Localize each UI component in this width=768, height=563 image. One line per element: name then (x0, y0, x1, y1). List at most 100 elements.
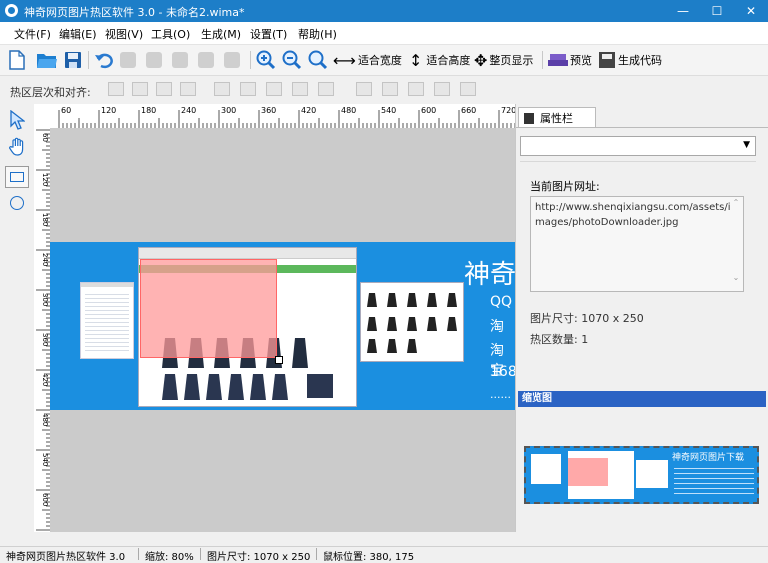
product-thumbnails-row2 (162, 374, 333, 400)
ruler-label: 300 (221, 106, 236, 115)
banner-line-2: 淘 (490, 319, 504, 335)
design-canvas[interactable]: 神奇 QQ 淘 淘宝 168 ...... (50, 128, 515, 532)
ruler-label: 180 (141, 106, 156, 115)
chevron-down-icon: ▼ (743, 140, 750, 150)
textarea-scrollbar[interactable]: ⌃ ⌄ (730, 198, 742, 288)
ruler-horizontal: 60 120 180 240 300 360 420 480 540 600 660 720 (34, 104, 515, 129)
same-size-icon[interactable] (434, 82, 450, 96)
thumbnail-text-lines (674, 464, 754, 496)
redo-button[interactable] (120, 49, 136, 71)
rectangle-icon (10, 172, 24, 182)
ruler-label: 180 (41, 213, 49, 226)
maximize-button[interactable]: ☐ (700, 0, 734, 22)
send-backward-icon[interactable] (180, 82, 196, 96)
menu-help[interactable]: 帮助(H) (298, 26, 337, 42)
bring-forward-icon[interactable] (156, 82, 172, 96)
toolbar-separator (250, 51, 251, 69)
ruler-label: 720 (501, 106, 515, 115)
align-center-icon[interactable] (240, 82, 256, 96)
fit-height-button[interactable]: ↕ 适合高度 (409, 49, 470, 71)
status-separator (316, 548, 317, 560)
zoom-in-button[interactable] (256, 49, 276, 71)
thumbnail-shot-left (531, 454, 561, 484)
ruler-label: 420 (301, 106, 316, 115)
menu-settings[interactable]: 设置(T) (250, 26, 287, 42)
preview-button[interactable]: 预览 (548, 49, 592, 71)
arrows-horizontal-icon: ⟷ (333, 50, 356, 70)
new-button[interactable] (8, 49, 26, 71)
fit-width-label: 适合宽度 (357, 54, 402, 67)
delete-icon (224, 52, 240, 68)
hand-tool[interactable] (8, 137, 28, 160)
tab-underline (516, 127, 768, 128)
image-url-label: 当前图片网址: (530, 180, 600, 193)
redo-icon (120, 52, 136, 68)
thumbnail-shot-right (636, 460, 668, 488)
divider (520, 161, 756, 162)
align-bottom-icon[interactable] (356, 82, 372, 96)
rectangle-tool[interactable] (5, 166, 29, 188)
menu-tools[interactable]: 工具(O) (151, 26, 190, 42)
save-disk-icon (65, 52, 81, 68)
ruler-label: 360 (261, 106, 276, 115)
ruler-label: 540 (381, 106, 396, 115)
banner-screenshot-right (360, 282, 464, 362)
undo-button[interactable] (94, 49, 114, 71)
fit-height-label: 适合高度 (426, 54, 471, 67)
menu-generate[interactable]: 生成(M) (201, 26, 241, 42)
toolbar-separator (542, 51, 543, 69)
circle-tool[interactable] (10, 196, 24, 210)
status-zoom: 缩放: 80% (145, 552, 194, 563)
copy-button[interactable] (172, 49, 188, 71)
menu-view[interactable]: 视图(V) (105, 26, 143, 42)
align-top-icon[interactable] (292, 82, 308, 96)
menu-edit[interactable]: 编辑(E) (59, 26, 97, 42)
image-size-label: 图片尺寸: 1070 x 250 (530, 312, 644, 325)
thumbnail-preview[interactable]: 神奇网页图片下载 (524, 446, 759, 504)
align-middle-icon[interactable] (318, 82, 334, 96)
align-left-icon[interactable] (214, 82, 230, 96)
loaded-banner-image[interactable]: 神奇 QQ 淘 淘宝 168 ...... (50, 242, 515, 410)
app-icon (5, 4, 18, 17)
ruler-label: 240 (41, 253, 49, 266)
select-arrow-tool[interactable] (9, 109, 26, 133)
save-button[interactable] (64, 49, 82, 71)
ruler-label: 600 (41, 493, 49, 506)
undo-icon (95, 53, 113, 69)
same-height-icon[interactable] (408, 82, 424, 96)
open-button[interactable] (36, 49, 58, 71)
zoom-out-button[interactable] (282, 49, 302, 71)
full-page-button[interactable]: ✥ 整页显示 (474, 49, 533, 71)
distribute-icon[interactable] (460, 82, 476, 96)
menu-file[interactable]: 文件(F) (14, 26, 51, 42)
tab-properties-label: 属性栏 (540, 112, 573, 125)
hotspot-resize-handle[interactable] (275, 356, 283, 364)
thumbnail-title: 神奇网页图片下载 (672, 453, 745, 463)
minimize-button[interactable]: — (666, 0, 700, 22)
banner-title: 神奇 (464, 260, 515, 290)
close-button[interactable]: ✕ (734, 0, 768, 22)
banner-line-1: QQ (490, 294, 513, 310)
generate-code-button[interactable]: 生成代码 (598, 49, 662, 71)
status-image-size: 图片尺寸: 1070 x 250 (207, 552, 311, 563)
image-url-textarea[interactable]: http://www.shenqixiangsu.com/assets/imag… (530, 196, 744, 292)
ruler-vertical-ticks: 60 120 180 240 300 360 420 480 540 600 (36, 129, 50, 531)
align-right-icon[interactable] (266, 82, 282, 96)
delete-button[interactable] (224, 49, 240, 71)
bring-front-icon[interactable] (108, 82, 124, 96)
hotspot-select-dropdown[interactable]: ▼ (520, 136, 756, 156)
properties-tab-icon (524, 112, 534, 124)
zoom-icon (308, 50, 328, 70)
send-back-icon[interactable] (132, 82, 148, 96)
zoom-actual-button[interactable] (308, 49, 328, 71)
arrow-cursor-icon (10, 109, 26, 130)
same-width-icon[interactable] (382, 82, 398, 96)
tab-properties[interactable]: 属性栏 (518, 107, 596, 128)
fit-width-button[interactable]: ⟷ 适合宽度 (333, 49, 402, 71)
banner-screenshot-left (80, 282, 134, 359)
hotspot-region[interactable] (140, 259, 277, 358)
cut-button[interactable] (146, 49, 162, 71)
paste-button[interactable] (198, 49, 214, 71)
window-title: 神奇网页图片热区软件 3.0 - 未命名2.wima* (24, 6, 245, 19)
hand-icon (9, 137, 24, 156)
